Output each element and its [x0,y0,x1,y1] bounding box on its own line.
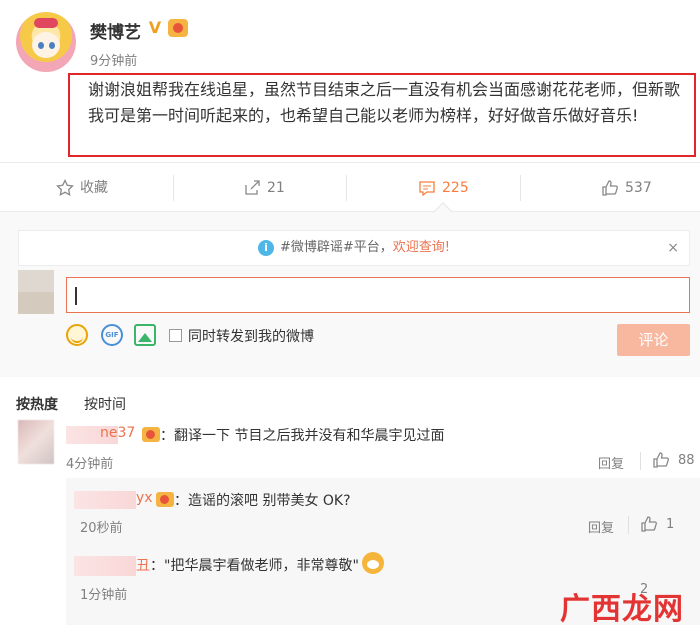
avatar-bow [34,18,58,28]
comment-icon [419,181,435,197]
repost-button[interactable]: 21 [243,163,285,213]
reply-button[interactable]: 回复 [598,453,624,472]
favorite-button[interactable]: 收藏 [56,163,108,213]
emoji-icon[interactable] [66,324,88,346]
comment-like-button[interactable]: 88 [652,451,695,469]
current-user-avatar [18,270,54,314]
commenter-name[interactable]: yx [136,490,153,506]
comment-text: ：翻译一下 节目之后我并没有和华晨宇见过面 [160,428,445,444]
post-text: 谢谢浪姐帮我在线追星，虽然节目结束之后一直没有机会当面感谢花花老师，但新歌我可是… [68,73,696,157]
avatar-eye-left [38,42,44,49]
comment-like-button[interactable]: 1 [640,515,674,533]
comment-like-count: 88 [678,452,695,468]
comment-input[interactable] [66,277,690,313]
submit-comment-button[interactable]: 评论 [617,324,690,356]
comment-composer: i #微博辟谣#平台，欢迎查询! × GIF 同时转发到我的微博 评论 [0,212,700,377]
comment-time: 4分钟前 [66,457,114,472]
post-username[interactable]: 樊博艺 [90,18,141,43]
commenter-name[interactable]: ne37 [100,425,135,441]
like-button[interactable]: 537 [601,163,652,213]
commenter-name-blur [74,491,136,509]
divider [520,175,521,201]
cat-emoji-icon [362,552,384,574]
comment-sort-tabs: 按热度 按时间 [0,377,700,417]
post-time[interactable]: 9分钟前 [90,50,137,69]
rumor-notice: i #微博辟谣#平台，欢迎查询! × [18,230,690,266]
star-icon [56,179,74,197]
tab-by-hot[interactable]: 按热度 [16,394,58,414]
reply-button[interactable]: 回复 [588,517,614,536]
verified-icon: V [148,18,162,37]
thumbs-up-icon [641,516,657,532]
vip-badge-icon [156,492,174,507]
weibo-post-card: 樊博艺 V 9分钟前 谢谢浪姐帮我在线追星，虽然节目结束之后一直没有机会当面感谢… [0,0,700,625]
share-icon [245,180,260,195]
commenter-name-blur [74,556,136,576]
comment-text: ：造谣的滚吧 别带美女 OK? [174,493,351,509]
user-avatar[interactable] [16,12,76,72]
comment-time: 1分钟前 [80,588,128,603]
avatar-eye-right [49,42,55,49]
site-watermark: 广西龙网 [560,592,684,625]
info-icon: i [257,239,274,256]
tab-by-time[interactable]: 按时间 [84,394,126,414]
gif-icon[interactable]: GIF [101,324,123,346]
divider [640,452,641,470]
comment-text: ："把华晨宇看做老师，非常尊敬" [150,558,359,574]
repost-checkbox-label[interactable]: 同时转发到我的微博 [188,326,314,346]
image-icon[interactable] [134,324,156,346]
post-action-bar: 收藏 21 225 537 [0,162,700,212]
divider [346,175,347,201]
comment-like-count: 1 [666,516,675,532]
repost-checkbox[interactable] [169,329,182,342]
commenter-avatar[interactable] [18,420,54,464]
vip-badge-icon [168,19,188,37]
avatar-face [32,32,60,58]
notice-text: #微博辟谣#平台， [279,240,393,255]
close-icon[interactable]: × [667,231,679,265]
comment-time: 20秒前 [80,521,123,536]
divider [628,516,629,534]
notice-link[interactable]: 欢迎查询! [393,240,450,255]
repost-count: 21 [267,180,285,196]
divider [173,175,174,201]
thumbs-up-icon [602,180,618,196]
thumbs-up-icon [653,452,669,468]
like-count: 537 [625,180,652,196]
favorite-label: 收藏 [80,180,108,196]
vip-badge-icon [142,427,160,442]
text-caret [75,287,77,305]
commenter-name[interactable]: 丑 [136,555,150,575]
